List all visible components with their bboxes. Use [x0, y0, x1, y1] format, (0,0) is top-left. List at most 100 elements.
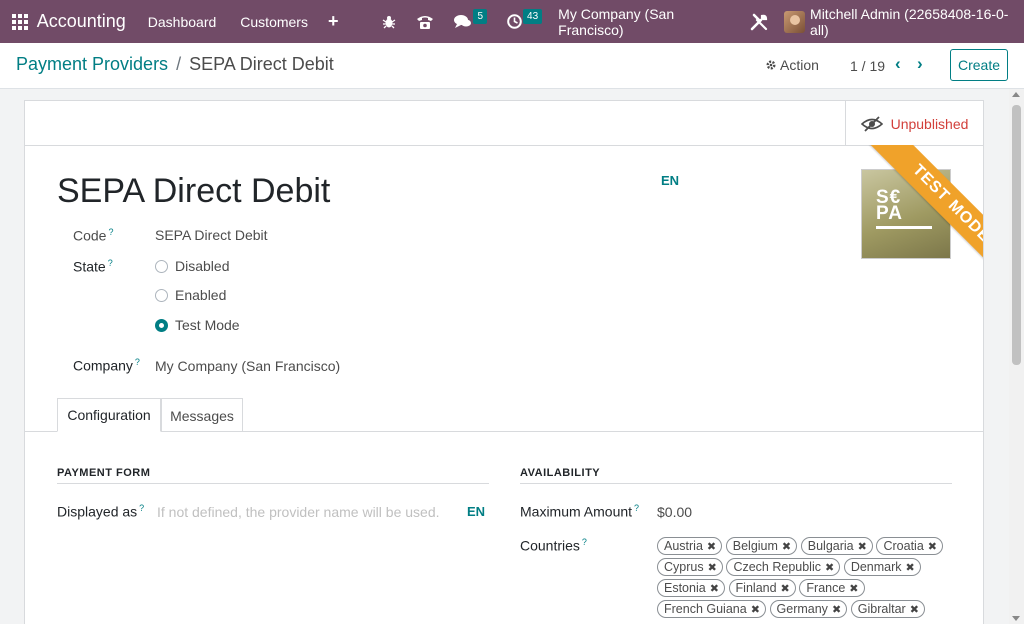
control-panel: Payment Providers / SEPA Direct Debit Ac…: [0, 43, 1024, 89]
pager-previous-button[interactable]: ‹: [895, 54, 901, 74]
remove-tag-icon[interactable]: ✖: [781, 582, 790, 595]
countries-help-icon[interactable]: ?: [582, 537, 587, 547]
state-option-label: Enabled: [175, 287, 227, 303]
action-button[interactable]: Action: [765, 57, 819, 73]
title-language-button[interactable]: EN: [661, 173, 679, 188]
company-label: Company?: [73, 357, 140, 374]
country-tag: Denmark ✖: [843, 558, 921, 576]
displayed-as-help-icon[interactable]: ?: [139, 503, 144, 513]
country-tag: Bulgaria ✖: [800, 537, 873, 555]
menu-customers[interactable]: Customers: [240, 14, 308, 30]
user-name: Mitchell Admin (22658408-16-0-all): [810, 5, 1009, 38]
country-tag: France ✖: [799, 579, 865, 597]
remove-tag-icon[interactable]: ✖: [707, 540, 716, 553]
country-tag: Belgium ✖: [725, 537, 798, 555]
state-label: State?: [73, 258, 113, 275]
breadcrumb-current: SEPA Direct Debit: [189, 54, 334, 74]
remove-tag-icon[interactable]: ✖: [906, 561, 915, 574]
code-label: Code?: [73, 227, 114, 244]
user-menu[interactable]: Mitchell Admin (22658408-16-0-all): [784, 6, 1014, 38]
tab-configuration[interactable]: Configuration: [57, 398, 161, 432]
maximum-amount-label: Maximum Amount?: [520, 503, 640, 520]
code-value: SEPA Direct Debit: [155, 227, 268, 243]
countries-tags: Austria ✖ Belgium ✖ Bulgaria ✖ Croatia ✖ Cyp…: [657, 537, 957, 621]
country-tag: Germany ✖: [769, 600, 848, 618]
publish-status-label: Unpublished: [890, 115, 969, 132]
country-tag: Finland ✖: [728, 579, 796, 597]
country-tag: Gibraltar ✖: [850, 600, 925, 618]
country-tag: Croatia ✖: [876, 537, 943, 555]
gear-icon: [766, 60, 776, 70]
country-tag: Czech Republic ✖: [726, 558, 841, 576]
remove-tag-icon[interactable]: ✖: [825, 561, 834, 574]
pager-next-button[interactable]: ›: [917, 54, 923, 74]
ribbon: TEST MODE: [843, 145, 983, 285]
remove-tag-icon[interactable]: ✖: [710, 582, 719, 595]
breadcrumb-separator: /: [176, 54, 182, 74]
remove-tag-icon[interactable]: ✖: [832, 603, 841, 616]
payment-form-section-title: PAYMENT FORM: [57, 467, 489, 484]
bug-icon[interactable]: [382, 15, 396, 29]
breadcrumb: Payment Providers / SEPA Direct Debit: [16, 54, 334, 75]
country-tag: French Guiana ✖: [657, 600, 766, 618]
app-name[interactable]: Accounting: [37, 11, 126, 32]
remove-tag-icon[interactable]: ✖: [782, 540, 791, 553]
remove-tag-icon[interactable]: ✖: [928, 540, 937, 553]
notebook-tabs: Configuration Messages: [25, 398, 983, 432]
breadcrumb-parent-link[interactable]: Payment Providers: [16, 54, 168, 75]
menu-dashboard[interactable]: Dashboard: [148, 14, 217, 30]
state-help-icon[interactable]: ?: [108, 258, 113, 268]
country-tag: Estonia ✖: [657, 579, 725, 597]
country-tag: Cyprus ✖: [657, 558, 723, 576]
displayed-as-input[interactable]: If not defined, the provider name will b…: [157, 504, 440, 520]
displayed-as-label: Displayed as?: [57, 503, 145, 520]
add-menu-button[interactable]: +: [328, 11, 339, 32]
remove-tag-icon[interactable]: ✖: [858, 540, 867, 553]
publish-toggle-button[interactable]: Unpublished: [845, 101, 983, 146]
page-scrollbar[interactable]: [1009, 89, 1024, 624]
company-help-icon[interactable]: ?: [135, 357, 140, 367]
state-option-label: Disabled: [175, 258, 230, 274]
remove-tag-icon[interactable]: ✖: [751, 603, 760, 616]
company-value[interactable]: My Company (San Francisco): [155, 358, 340, 374]
form-sheet: Unpublished SEPA Direct Debit EN S€ PA TE…: [24, 100, 984, 624]
remove-tag-icon[interactable]: ✖: [849, 582, 858, 595]
state-option-disabled[interactable]: Disabled: [155, 258, 229, 274]
state-option-test-mode[interactable]: Test Mode: [155, 317, 240, 333]
scroll-thumb[interactable]: [1012, 105, 1021, 365]
remove-tag-icon[interactable]: ✖: [910, 603, 919, 616]
maximum-amount-value[interactable]: $0.00: [657, 504, 692, 520]
top-navbar: Accounting Dashboard Customers + 5 43 My…: [0, 0, 1024, 43]
availability-section-title: AVAILABILITY: [520, 467, 952, 484]
chat-icon[interactable]: 5: [454, 9, 488, 29]
displayed-as-language-button[interactable]: EN: [467, 504, 485, 519]
maximum-amount-help-icon[interactable]: ?: [634, 503, 639, 513]
create-button[interactable]: Create: [950, 49, 1008, 81]
state-option-label: Test Mode: [175, 317, 240, 333]
company-switcher[interactable]: My Company (San Francisco): [558, 6, 732, 38]
radio-disabled[interactable]: [155, 259, 168, 273]
test-mode-ribbon: TEST MODE: [869, 145, 983, 285]
country-tag: Austria ✖: [657, 537, 723, 555]
record-title[interactable]: SEPA Direct Debit: [57, 172, 330, 211]
action-label: Action: [780, 57, 819, 73]
eye-slash-icon: [860, 115, 883, 132]
clock-icon[interactable]: 43: [507, 9, 543, 29]
radio-test-mode[interactable]: [155, 318, 168, 332]
tools-icon[interactable]: [750, 13, 768, 31]
messages-badge: 5: [473, 9, 488, 24]
countries-label: Countries?: [520, 537, 587, 554]
remove-tag-icon[interactable]: ✖: [708, 561, 717, 574]
activities-badge: 43: [523, 9, 543, 24]
tab-messages[interactable]: Messages: [161, 398, 243, 432]
scroll-up-arrow[interactable]: [1012, 92, 1020, 97]
scroll-down-arrow[interactable]: [1012, 616, 1020, 621]
apps-grid-icon[interactable]: [0, 0, 37, 43]
phone-icon[interactable]: [416, 14, 434, 30]
pager-value[interactable]: 1 / 19: [850, 58, 885, 74]
avatar: [784, 10, 806, 33]
button-box: Unpublished: [25, 101, 983, 146]
radio-enabled[interactable]: [155, 288, 168, 302]
state-option-enabled[interactable]: Enabled: [155, 287, 226, 303]
code-help-icon[interactable]: ?: [108, 227, 113, 237]
